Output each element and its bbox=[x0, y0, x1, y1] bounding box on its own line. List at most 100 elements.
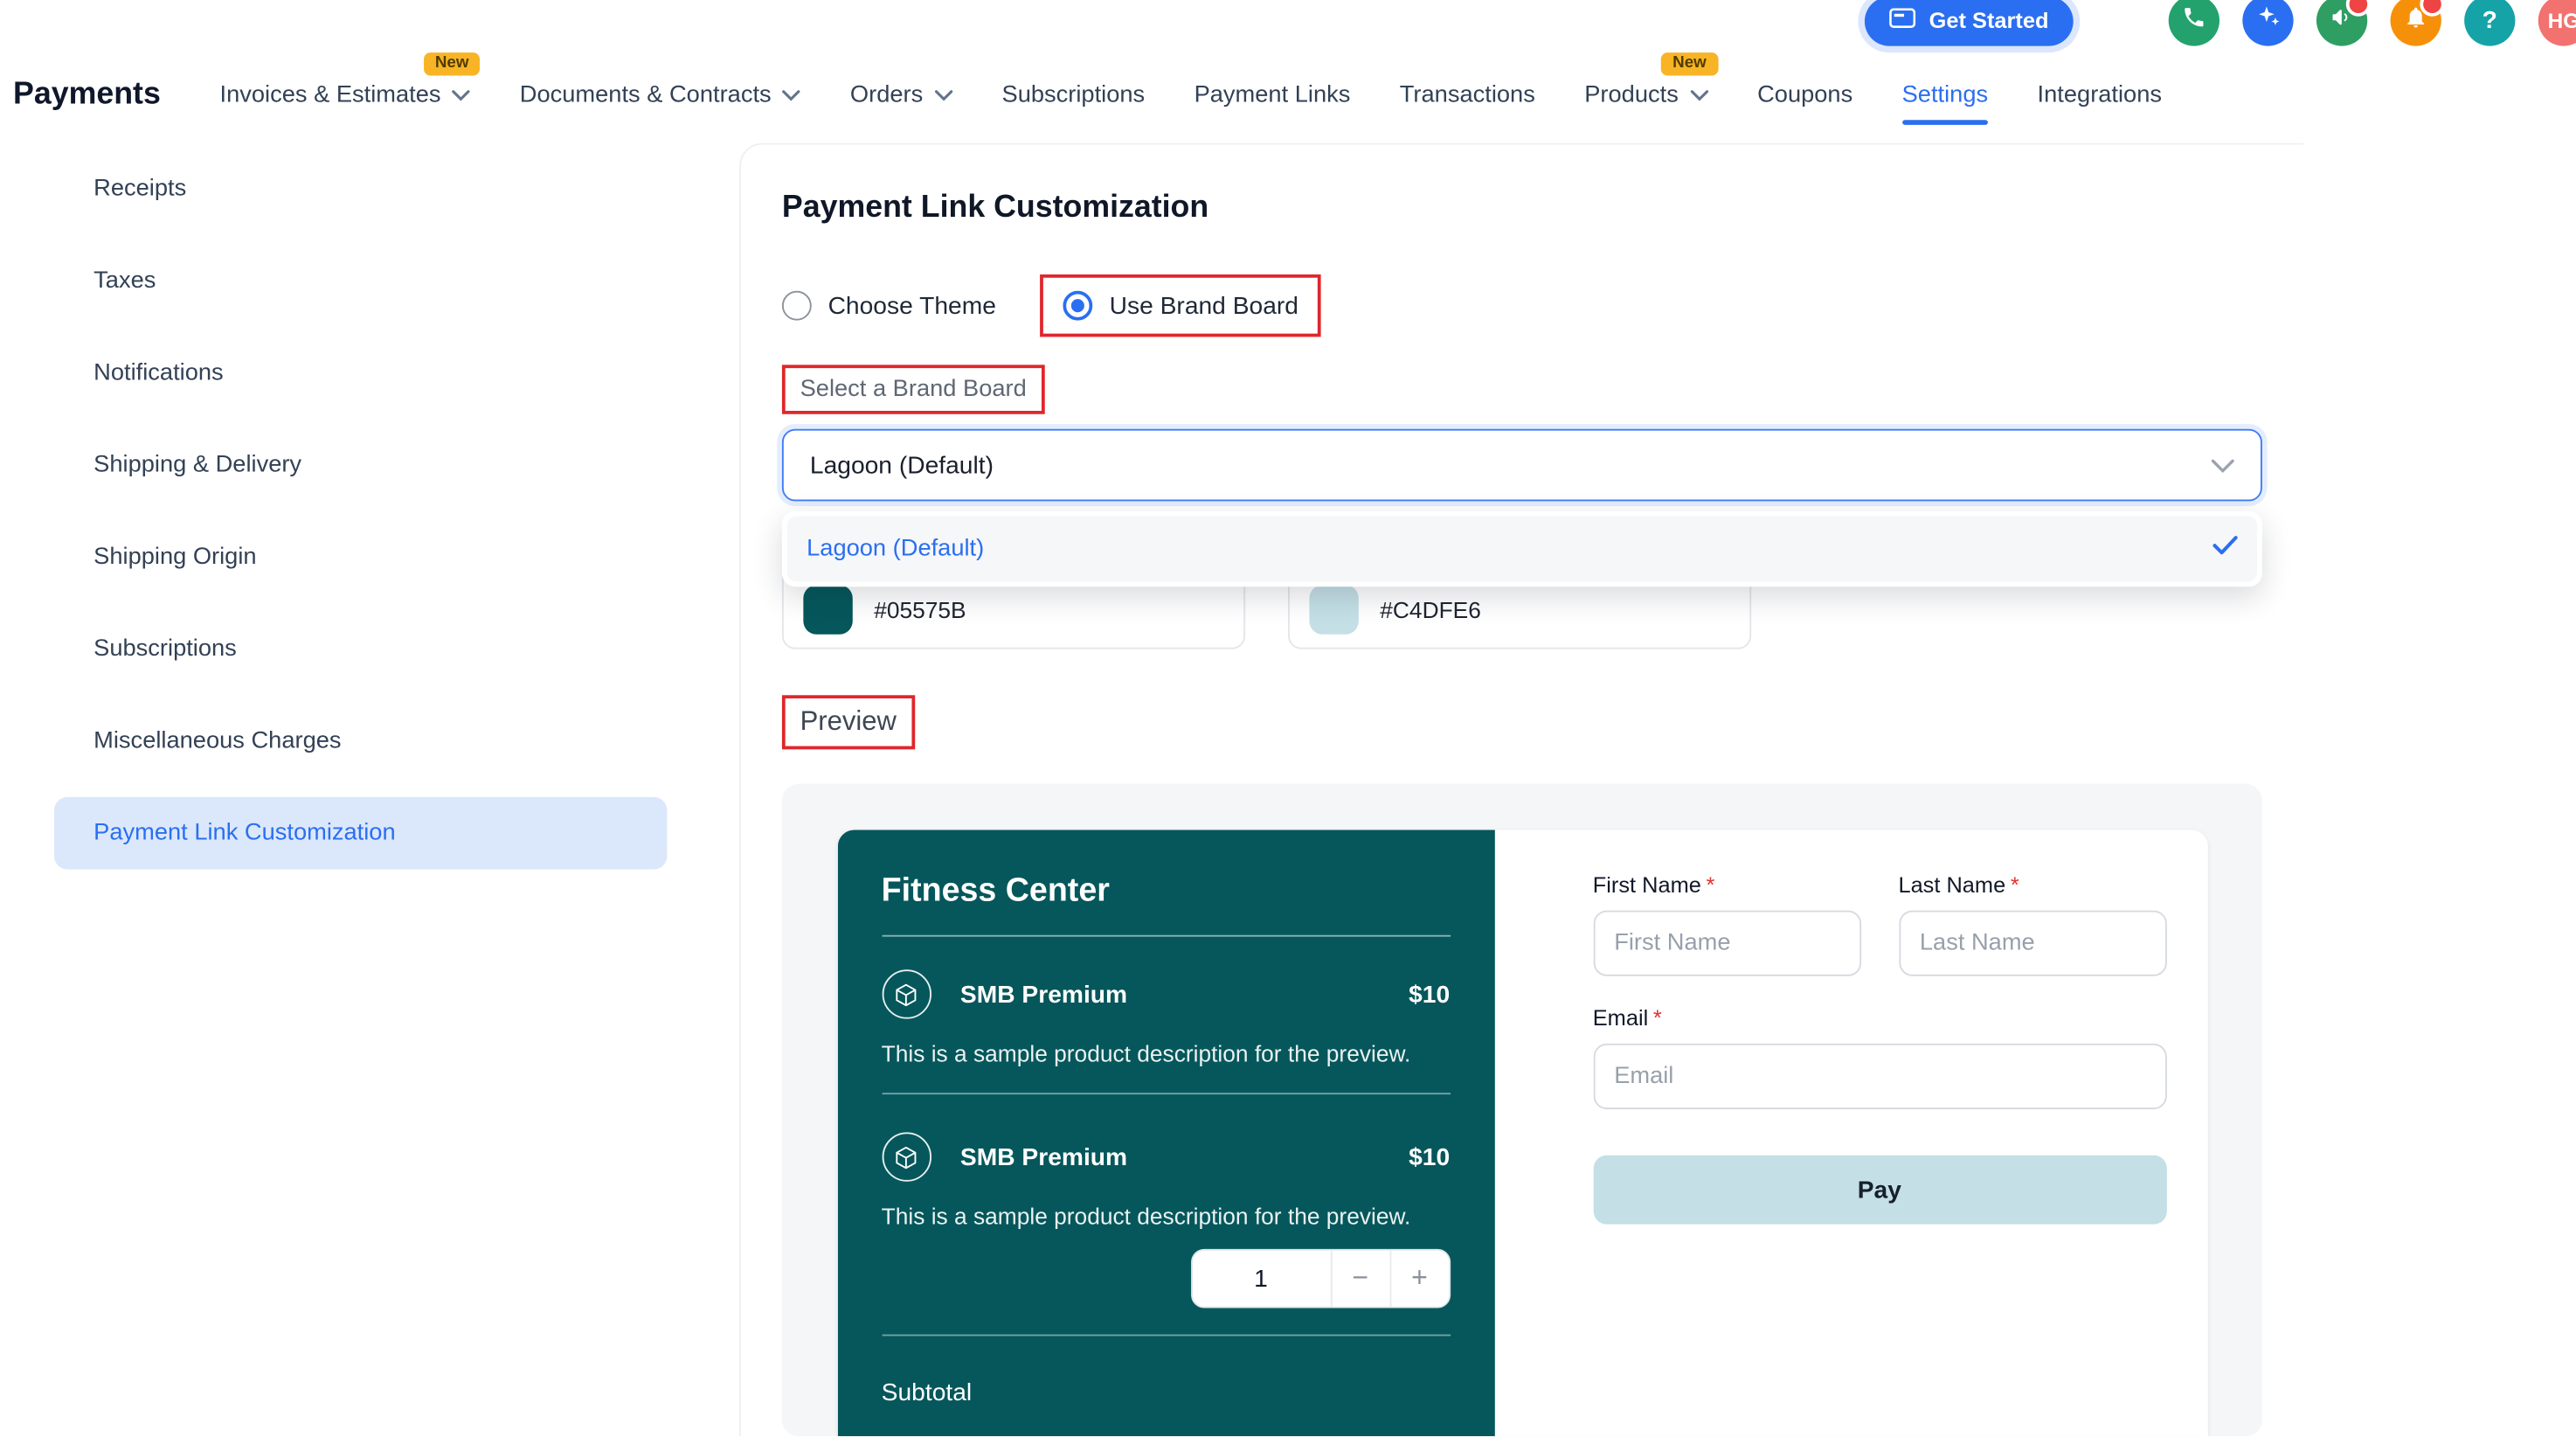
radio-unselected-icon bbox=[782, 291, 812, 321]
required-marker: * bbox=[2011, 872, 2019, 897]
merchant-name: Fitness Center bbox=[882, 872, 1451, 910]
sidebar-item-notifications[interactable]: Notifications bbox=[0, 327, 706, 419]
main-content: Payment Link Customization Choose Theme … bbox=[739, 143, 2303, 1437]
order-summary-panel: Fitness Center SMB Premium $10 This is a… bbox=[837, 830, 1494, 1436]
get-started-label: Get Started bbox=[1929, 8, 2049, 32]
quantity-value: 1 bbox=[1192, 1251, 1330, 1307]
get-started-button[interactable]: Get Started bbox=[1865, 0, 2073, 45]
color-hex-label: #C4DFE6 bbox=[1380, 596, 1481, 622]
payment-link-preview: Fitness Center SMB Premium $10 This is a… bbox=[782, 784, 2262, 1436]
checkout-form-panel: First Name* Last Name* Email* Pay bbox=[1494, 830, 2207, 1436]
preview-section-label: Preview bbox=[800, 706, 897, 736]
phone-button[interactable] bbox=[2169, 0, 2219, 46]
nav-item-invoices-estimates[interactable]: New Invoices & Estimates bbox=[220, 82, 471, 108]
product-price: $10 bbox=[1409, 980, 1450, 1008]
chevron-down-icon bbox=[783, 82, 801, 108]
package-icon bbox=[882, 969, 931, 1018]
required-marker: * bbox=[1653, 1006, 1662, 1031]
nav-item-transactions[interactable]: Transactions bbox=[1400, 82, 1535, 108]
plus-icon[interactable]: + bbox=[1389, 1251, 1449, 1307]
product-price: $10 bbox=[1409, 1143, 1450, 1171]
annotation-box-use-brand-board: Use Brand Board bbox=[1041, 274, 1322, 337]
page-brand-title: Payments bbox=[13, 77, 161, 113]
nav-item-coupons[interactable]: Coupons bbox=[1757, 82, 1852, 108]
use-brand-board-radio[interactable]: Use Brand Board bbox=[1063, 291, 1298, 321]
announcements-button[interactable] bbox=[2316, 0, 2367, 46]
notifications-button[interactable] bbox=[2391, 0, 2441, 46]
nav-item-settings[interactable]: Settings bbox=[1902, 82, 1989, 108]
divider bbox=[882, 1335, 1451, 1336]
color-swatch bbox=[803, 585, 852, 634]
payments-nav: Payments New Invoices & Estimates Docume… bbox=[13, 62, 2576, 128]
first-name-field-group: First Name* bbox=[1593, 872, 1860, 975]
annotation-box-select-brand-board: Select a Brand Board bbox=[782, 364, 1045, 413]
chevron-down-icon bbox=[453, 82, 471, 108]
first-name-input[interactable] bbox=[1593, 911, 1860, 976]
sidebar-item-subscriptions[interactable]: Subscriptions bbox=[0, 603, 706, 695]
phone-icon bbox=[2182, 4, 2206, 38]
topbar-actions: Get Started ? HG bbox=[1865, 0, 2576, 46]
email-input[interactable] bbox=[1593, 1044, 2166, 1109]
product-description: This is a sample product description for… bbox=[882, 1203, 1451, 1229]
last-name-input[interactable] bbox=[1898, 911, 2165, 976]
product-item: SMB Premium $10 This is a sample product… bbox=[882, 1132, 1451, 1336]
package-icon bbox=[882, 1132, 931, 1181]
check-icon bbox=[2212, 536, 2237, 562]
nav-item-subscriptions[interactable]: Subscriptions bbox=[1002, 82, 1146, 108]
brand-board-select[interactable]: Lagoon (Default) bbox=[782, 429, 2262, 502]
required-marker: * bbox=[1707, 872, 1715, 897]
first-name-label: First Name* bbox=[1593, 872, 1860, 897]
email-field-group: Email* bbox=[1593, 1006, 2166, 1109]
subtotal-label: Subtotal bbox=[882, 1378, 1451, 1406]
chevron-down-icon bbox=[934, 82, 952, 108]
product-description: This is a sample product description for… bbox=[882, 1040, 1451, 1066]
annotation-box-preview: Preview bbox=[782, 695, 915, 749]
color-hex-label: #05575B bbox=[874, 596, 966, 622]
sidebar-item-miscellaneous-charges[interactable]: Miscellaneous Charges bbox=[0, 695, 706, 787]
product-item: SMB Premium $10 This is a sample product… bbox=[882, 969, 1451, 1094]
new-badge: New bbox=[1661, 52, 1718, 75]
sidebar-item-shipping-delivery[interactable]: Shipping & Delivery bbox=[0, 419, 706, 510]
nav-item-payment-links[interactable]: Payment Links bbox=[1195, 82, 1351, 108]
last-name-field-group: Last Name* bbox=[1898, 872, 2165, 975]
chevron-down-icon bbox=[2212, 451, 2234, 479]
sidebar-item-shipping-origin[interactable]: Shipping Origin bbox=[0, 511, 706, 603]
settings-sidebar: Receipts Taxes Notifications Shipping & … bbox=[0, 143, 706, 1437]
new-badge: New bbox=[424, 52, 481, 75]
brand-board-dropdown-menu: Lagoon (Default) bbox=[782, 511, 2262, 587]
nav-items: New Invoices & Estimates Documents & Con… bbox=[220, 82, 2163, 108]
question-icon: ? bbox=[2483, 7, 2497, 35]
brand-board-selected-value: Lagoon (Default) bbox=[810, 451, 994, 479]
minus-icon[interactable]: − bbox=[1330, 1251, 1389, 1307]
product-name: SMB Premium bbox=[960, 980, 1379, 1008]
chevron-down-icon bbox=[1690, 82, 1708, 108]
page-title: Payment Link Customization bbox=[782, 191, 2262, 226]
brand-board-field-label: Select a Brand Board bbox=[800, 377, 1027, 403]
quantity-stepper: 1 − + bbox=[1190, 1249, 1450, 1309]
user-avatar[interactable]: HG bbox=[2538, 0, 2576, 46]
theme-choice-group: Choose Theme Use Brand Board bbox=[782, 269, 2262, 342]
divider bbox=[882, 935, 1451, 937]
pay-button[interactable]: Pay bbox=[1593, 1156, 2166, 1225]
radio-dot bbox=[1071, 299, 1084, 312]
sidebar-item-receipts[interactable]: Receipts bbox=[0, 143, 706, 235]
nav-item-products[interactable]: New Products bbox=[1584, 82, 1707, 108]
ai-sparkles-button[interactable] bbox=[2242, 0, 2293, 46]
sidebar-item-taxes[interactable]: Taxes bbox=[0, 235, 706, 327]
last-name-label: Last Name* bbox=[1898, 872, 2165, 897]
sidebar-item-payment-link-customization[interactable]: Payment Link Customization bbox=[54, 797, 667, 870]
radio-selected-icon bbox=[1063, 291, 1093, 321]
sparkles-icon bbox=[2254, 3, 2281, 38]
avatar-initials: HG bbox=[2548, 8, 2576, 32]
nav-item-orders[interactable]: Orders bbox=[850, 82, 952, 108]
dropdown-option-lagoon[interactable]: Lagoon (Default) bbox=[787, 516, 2258, 581]
choose-theme-radio[interactable]: Choose Theme bbox=[782, 291, 996, 321]
app-window: Get Started ? HG Payme bbox=[0, 0, 2576, 1436]
preview-card: Fitness Center SMB Premium $10 This is a… bbox=[837, 830, 2207, 1436]
color-swatch bbox=[1309, 585, 1358, 634]
nav-item-documents-contracts[interactable]: Documents & Contracts bbox=[520, 82, 801, 108]
top-header: Get Started ? HG Payme bbox=[0, 0, 2576, 143]
nav-item-integrations[interactable]: Integrations bbox=[2038, 82, 2162, 108]
product-name: SMB Premium bbox=[960, 1143, 1379, 1171]
help-button[interactable]: ? bbox=[2464, 0, 2515, 46]
